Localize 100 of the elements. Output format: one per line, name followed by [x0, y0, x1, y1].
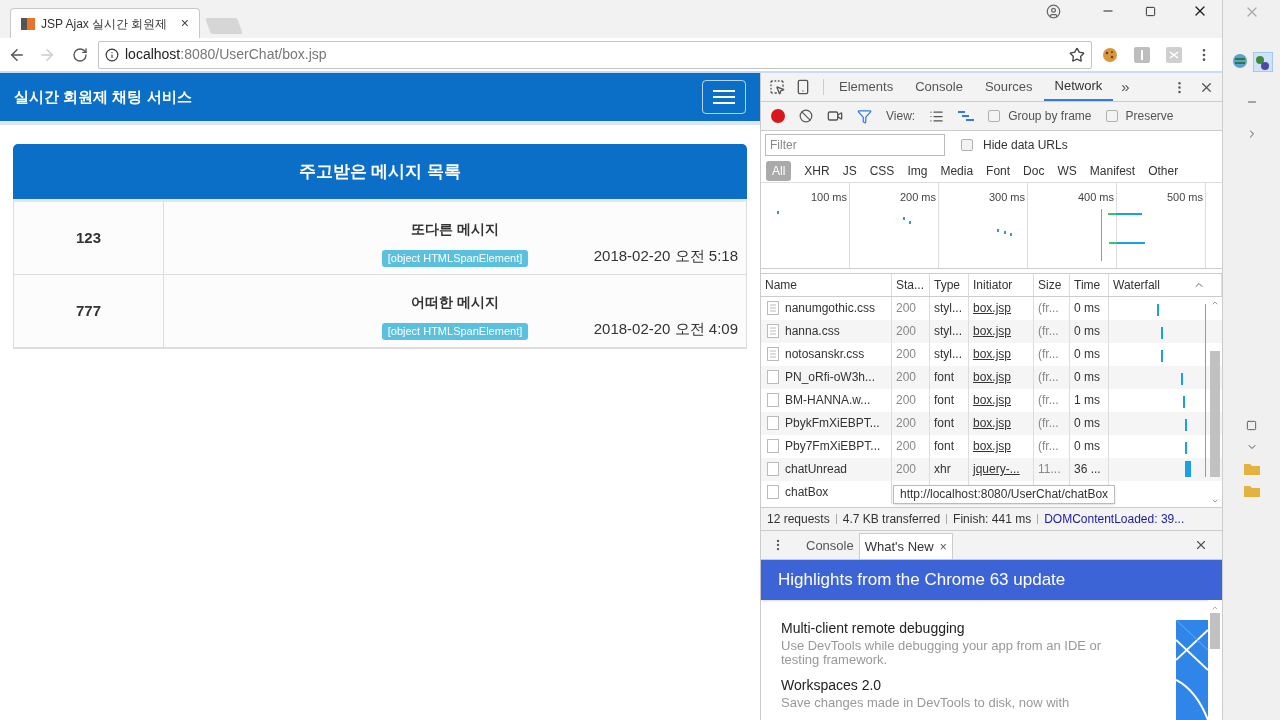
- filter-icon[interactable]: [857, 108, 872, 124]
- info-icon: [105, 47, 119, 62]
- type-filter[interactable]: Img: [901, 160, 934, 181]
- status-code: 200: [896, 438, 917, 456]
- request-type: font: [934, 415, 954, 433]
- column-header[interactable]: Time: [1074, 275, 1101, 294]
- size-text: (fr...: [1038, 438, 1059, 456]
- request-name[interactable]: chatBox: [785, 483, 829, 502]
- file-icon: [767, 370, 779, 385]
- request-type: font: [934, 369, 954, 387]
- size-text: (fr...: [1038, 323, 1059, 341]
- devtools-tab[interactable]: Elements: [828, 73, 905, 101]
- file-icon: [767, 439, 779, 454]
- file-icon: [767, 393, 779, 408]
- initiator-link[interactable]: box.jsp: [973, 345, 1012, 364]
- column-header[interactable]: Sta...: [896, 275, 924, 294]
- devtools-tab[interactable]: Sources: [973, 73, 1044, 101]
- address-bar[interactable]: localhost:8080/UserChat/box.jsp: [98, 40, 1092, 69]
- view-label: View:: [886, 108, 916, 126]
- more-tabs-button[interactable]: »: [1113, 75, 1138, 99]
- request-type: font: [934, 392, 954, 410]
- type-filter[interactable]: JS: [836, 160, 863, 181]
- type-filter[interactable]: Font: [980, 160, 1017, 181]
- request-name[interactable]: notosanskr.css: [785, 345, 865, 364]
- time-text: 0 ms: [1074, 415, 1100, 433]
- feature-description: Use DevTools while debugging your app from an IDE or testing framework.: [781, 639, 1103, 667]
- column-header[interactable]: Waterfall: [1113, 275, 1160, 294]
- tab-close[interactable]: ×: [180, 13, 189, 34]
- column-header[interactable]: Type: [934, 275, 960, 294]
- initiator-link[interactable]: box.jsp: [973, 368, 1012, 387]
- time-text: 0 ms: [1074, 346, 1100, 364]
- request-name[interactable]: hanna.css: [785, 322, 840, 341]
- type-filter[interactable]: Other: [1142, 160, 1185, 181]
- device-icon[interactable]: [795, 79, 811, 95]
- initiator-link[interactable]: jquery-...: [973, 460, 1020, 479]
- status-code: 200: [896, 369, 917, 387]
- list-view-icon[interactable]: [929, 108, 945, 124]
- checkbox[interactable]: [988, 110, 1001, 123]
- feature-title[interactable]: Multi-client remote debugging: [781, 618, 1131, 639]
- type-filter[interactable]: Manifest: [1083, 160, 1142, 181]
- feature-title[interactable]: Workspaces 2.0: [781, 675, 1131, 696]
- time-text: 36 ...: [1074, 461, 1101, 479]
- tick-label: 100 ms: [810, 190, 847, 204]
- size-text: (fr...: [1038, 346, 1059, 364]
- column-header[interactable]: Size: [1038, 275, 1062, 294]
- maximize-icon[interactable]: [1145, 5, 1156, 17]
- initiator-link[interactable]: box.jsp: [973, 322, 1012, 341]
- type-filter[interactable]: Media: [934, 160, 980, 181]
- record-icon[interactable]: [771, 109, 785, 124]
- size-text: 11...: [1038, 461, 1061, 479]
- reload-icon[interactable]: [72, 46, 88, 63]
- maximize-icon[interactable]: [1246, 420, 1257, 431]
- scroll-up-icon[interactable]: [1211, 604, 1219, 612]
- initiator-link[interactable]: box.jsp: [973, 391, 1012, 410]
- request-name[interactable]: chatUnread: [785, 460, 848, 479]
- table-cell: 123: [14, 202, 164, 274]
- request-name[interactable]: BM-HANNA.w...: [785, 391, 871, 410]
- type-filter[interactable]: WS: [1051, 160, 1083, 181]
- devtools-tab[interactable]: Console: [904, 73, 974, 101]
- tick-label: 200 ms: [899, 190, 936, 204]
- type-filter[interactable]: Doc: [1017, 160, 1051, 181]
- status-code: 200: [896, 461, 917, 479]
- request-name[interactable]: Pby7FmXiEBPT...: [785, 437, 881, 456]
- checkbox[interactable]: [1105, 110, 1118, 123]
- drawer-tab[interactable]: What's New ×: [858, 533, 953, 559]
- brand-title[interactable]: 실시간 회원제 채팅 서비스: [14, 85, 192, 109]
- size-text: (fr...: [1038, 369, 1059, 387]
- cookie-icon[interactable]: [1102, 46, 1118, 63]
- request-name[interactable]: nanumgothic.css: [785, 299, 876, 318]
- initiator-link[interactable]: box.jsp: [973, 414, 1012, 433]
- file-icon: [767, 416, 779, 431]
- status-code: 200: [896, 323, 917, 341]
- profile-icon[interactable]: [1046, 3, 1061, 19]
- initiator-link[interactable]: box.jsp: [973, 299, 1012, 318]
- url-text: localhost:8080/UserChat/box.jsp: [125, 45, 328, 64]
- request-name[interactable]: PbykFmXiEBPT...: [785, 414, 880, 433]
- waterfall-view-icon[interactable]: [958, 110, 975, 123]
- globe-icon[interactable]: [1230, 52, 1249, 70]
- browser-tab[interactable]: JSP Ajax 실시간 회원제 ×: [10, 8, 200, 38]
- request-name[interactable]: PN_oRfi-oW3h...: [785, 368, 876, 387]
- clear-icon[interactable]: [799, 109, 813, 124]
- stylesheet-file-icon: [767, 301, 779, 316]
- file-icon: [767, 462, 779, 477]
- status-code: 200: [896, 392, 917, 410]
- close-icon[interactable]: [1194, 538, 1208, 552]
- tick-label: 500 ms: [1166, 190, 1203, 204]
- summary-text: 4.7 KB transferred: [842, 510, 941, 528]
- type-filter[interactable]: XHR: [798, 160, 836, 181]
- drawer-tab[interactable]: Console: [801, 533, 859, 559]
- initiator-link[interactable]: box.jsp: [973, 437, 1012, 456]
- bookmark-star-icon[interactable]: [1069, 46, 1085, 63]
- inspect-icon[interactable]: [769, 79, 785, 95]
- column-header[interactable]: Name: [765, 275, 797, 294]
- summary-text: Finish: 441 ms: [953, 510, 1032, 528]
- summary-text: 12 requests: [767, 510, 830, 528]
- checkbox[interactable]: [961, 139, 973, 152]
- menu-button[interactable]: [702, 80, 746, 114]
- filter-field[interactable]: Filter: [765, 134, 945, 157]
- column-header[interactable]: Initiator: [973, 275, 1013, 294]
- type-filter[interactable]: CSS: [863, 160, 901, 181]
